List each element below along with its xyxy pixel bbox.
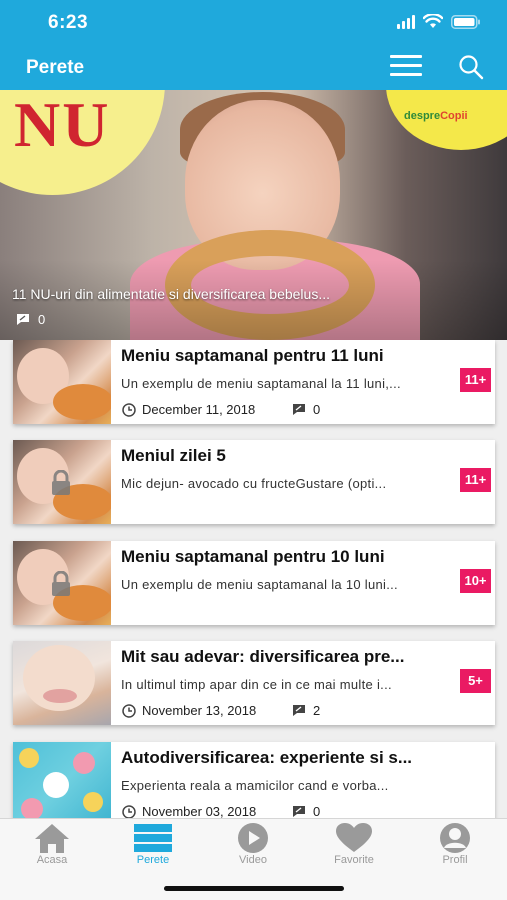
article-date: December 11, 2018 bbox=[142, 402, 256, 417]
search-button[interactable] bbox=[458, 54, 484, 80]
home-icon bbox=[35, 824, 69, 853]
article-card[interactable]: Meniul zilei 5 Mic dejun- avocado cu fru… bbox=[13, 440, 495, 524]
article-excerpt: Mic dejun- avocado cu fructeGustare (opt… bbox=[121, 476, 387, 491]
comment-icon bbox=[293, 404, 305, 415]
menu-icon bbox=[390, 55, 422, 58]
tab-favorite[interactable]: Favorite bbox=[304, 819, 404, 875]
article-list[interactable]: Meniu saptamanal pentru 11 luni Un exemp… bbox=[0, 340, 507, 818]
article-card[interactable]: Autodiversificarea: experiente si s... E… bbox=[13, 742, 495, 818]
tab-label: Favorite bbox=[334, 854, 374, 866]
article-excerpt: In ultimul timp apar din ce in ce mai mu… bbox=[121, 677, 392, 692]
article-card[interactable]: Mit sau adevar: diversificarea pre... In… bbox=[13, 641, 495, 725]
article-excerpt: Un exemplu de meniu saptamanal la 11 lun… bbox=[121, 376, 401, 391]
article-thumbnail bbox=[13, 440, 111, 524]
age-badge: 11+ bbox=[460, 368, 491, 392]
heart-icon bbox=[336, 823, 372, 852]
article-comment-count: 2 bbox=[313, 703, 321, 718]
age-badge: 10+ bbox=[460, 569, 491, 593]
article-title: Meniu saptamanal pentru 11 luni bbox=[121, 346, 384, 365]
status-time: 6:23 bbox=[48, 12, 89, 33]
battery-icon bbox=[451, 14, 481, 29]
clock-icon bbox=[122, 703, 136, 718]
tab-profil[interactable]: Profil bbox=[405, 819, 505, 875]
lock-icon bbox=[52, 571, 70, 596]
tab-label: Video bbox=[239, 854, 267, 866]
age-badge: 5+ bbox=[460, 669, 491, 693]
comment-icon bbox=[293, 705, 305, 716]
tab-video[interactable]: Video bbox=[203, 819, 303, 875]
article-excerpt: Un exemplu de meniu saptamanal la 10 lun… bbox=[121, 577, 398, 592]
lock-icon bbox=[52, 470, 70, 495]
app-header: 6:23 Perete bbox=[0, 0, 507, 90]
article-excerpt: Experienta reala a mamicilor cand e vorb… bbox=[121, 778, 389, 793]
article-card[interactable]: Meniu saptamanal pentru 11 luni Un exemp… bbox=[13, 340, 495, 424]
wifi-icon bbox=[423, 14, 443, 29]
article-title: Autodiversificarea: experiente si s... bbox=[121, 748, 413, 767]
profile-icon bbox=[440, 823, 470, 853]
article-comment-count: 0 bbox=[313, 804, 321, 818]
tab-label: Profil bbox=[442, 854, 468, 866]
article-meta: November 13, 2018 2 bbox=[122, 703, 320, 718]
page-title: Perete bbox=[26, 57, 85, 78]
comment-icon bbox=[17, 314, 29, 325]
hero-sign-text: NU bbox=[14, 90, 111, 160]
article-date: November 13, 2018 bbox=[142, 703, 257, 718]
menu-button[interactable] bbox=[390, 55, 422, 79]
tab-acasa[interactable]: Acasa bbox=[2, 819, 102, 875]
article-title: Meniu saptamanal pentru 10 luni bbox=[121, 547, 385, 566]
featured-article[interactable]: NU despreCopii 11 NU-uri din alimentatie… bbox=[0, 90, 507, 340]
article-title: Mit sau adevar: diversificarea pre... bbox=[121, 647, 405, 666]
wall-list-icon bbox=[134, 824, 172, 852]
article-card[interactable]: Meniu saptamanal pentru 10 luni Un exemp… bbox=[13, 541, 495, 625]
article-thumbnail bbox=[13, 340, 111, 424]
signal-icon bbox=[397, 14, 415, 29]
home-indicator[interactable] bbox=[164, 886, 344, 891]
article-thumbnail bbox=[13, 641, 111, 725]
status-icons bbox=[397, 14, 481, 29]
article-date: November 03, 2018 bbox=[142, 804, 257, 818]
featured-comments: 0 bbox=[16, 312, 45, 327]
tab-perete[interactable]: Perete bbox=[103, 819, 203, 875]
article-title: Meniul zilei 5 bbox=[121, 446, 226, 465]
article-comment-count: 0 bbox=[313, 402, 321, 417]
tab-label: Perete bbox=[136, 854, 170, 866]
article-meta: December 11, 2018 0 bbox=[122, 402, 320, 417]
tab-label: Acasa bbox=[36, 854, 68, 866]
article-meta: November 03, 2018 0 bbox=[122, 804, 320, 818]
comment-icon bbox=[293, 806, 305, 817]
featured-comment-count: 0 bbox=[38, 312, 46, 327]
search-icon bbox=[459, 55, 484, 80]
hero-logo-text: despreCopii bbox=[404, 110, 468, 122]
featured-title: 11 NU-uri din alimentatie si diversifica… bbox=[12, 286, 330, 302]
article-thumbnail bbox=[13, 541, 111, 625]
play-icon bbox=[238, 823, 268, 853]
clock-icon bbox=[122, 402, 136, 417]
clock-icon bbox=[122, 804, 136, 818]
article-thumbnail bbox=[13, 742, 111, 818]
age-badge: 11+ bbox=[460, 468, 491, 492]
